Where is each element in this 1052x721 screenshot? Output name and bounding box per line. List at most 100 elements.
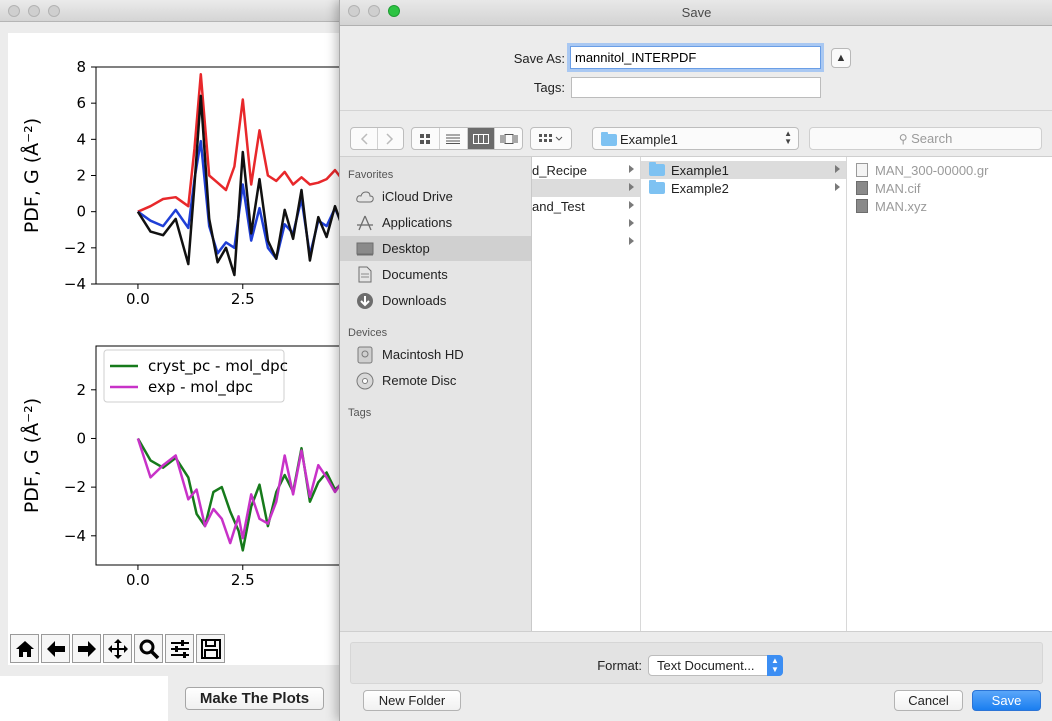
y-tick-label: −2 [64,239,86,257]
list-item: MAN.xyz [847,197,1052,215]
desktop-icon [356,240,374,258]
cancel-button[interactable]: Cancel [894,690,963,711]
item-label: Example1 [671,162,729,178]
pan-icon[interactable] [103,634,132,663]
arrange-control [530,127,572,150]
y-tick-label: 8 [76,58,86,76]
zoom-window-button[interactable] [48,5,60,17]
format-popup[interactable]: Text Document... ▲ ▼ [648,655,783,676]
arrange-icon[interactable] [531,128,571,149]
list-item[interactable]: and_Test [532,197,640,215]
list-item[interactable] [532,233,640,251]
dialog-titlebar: Save [340,0,1052,26]
disclosure-arrow-icon [629,201,634,209]
tags-field[interactable] [571,77,821,98]
list-item[interactable]: Example2 [641,179,846,197]
back-chevron-icon[interactable] [351,128,378,149]
list-item[interactable] [532,179,640,197]
cover-flow-icon[interactable] [495,128,522,149]
disclosure-arrow-icon [629,183,634,191]
sidebar-item-label: Documents [382,267,448,282]
x-tick-label: 2.5 [231,571,255,589]
disclosure-arrow-icon [835,183,840,191]
sidebar: Favorites iCloud Drive Applications Desk… [340,157,532,631]
x-tick-label: 0.0 [126,290,150,308]
y-axis-label: PDF, G (Å⁻²) [20,118,43,233]
forward-chevron-icon[interactable] [378,128,404,149]
favorites-header: Favorites [348,169,394,181]
folder-icon [601,132,617,146]
pdf-charts: 0.02.55.86420−2−4PDF, G (Å⁻²)0.02.55.20−… [20,58,357,589]
icon-view-icon[interactable] [412,128,440,149]
sidebar-item-label: Downloads [382,293,447,308]
disclosure-arrow-icon [835,165,840,173]
sidebar-item-label: Remote Disc [382,373,457,388]
back-forward-control [350,127,404,150]
plot-window: 0.02.55.86420−2−4PDF, G (Å⁻²)0.02.55.20−… [0,0,357,721]
save-button[interactable]: Save [972,690,1041,711]
location-label: Example1 [620,132,678,147]
disclosure-arrow-icon [629,165,634,173]
sidebar-item-icloud-drive[interactable]: iCloud Drive [340,184,531,209]
make-plots-button[interactable]: Make The Plots [185,687,324,710]
sidebar-item-applications[interactable]: Applications [340,210,531,235]
plot-canvas: 0.02.55.86420−2−4PDF, G (Å⁻²)0.02.55.20−… [8,33,357,665]
save-as-field[interactable] [570,46,821,69]
search-field[interactable]: ⚲ Search [809,127,1042,150]
y-tick-label: −4 [64,527,86,545]
dialog-toolbar: Example1 ▲ ▼ ⚲ Search [340,110,1052,157]
save-dialog: Save Save As: ▲ Tags: Example1 ▲▼ ⚲ Sear… [339,0,1052,721]
y-tick-label: 0 [76,203,86,221]
browser-column-example1: MAN_300-00000.gr MAN.cif MAN.xyz [847,157,1052,631]
minimize-window-button[interactable] [28,5,40,17]
subplots-icon[interactable] [165,634,194,663]
folder-icon [649,180,665,194]
sidebar-item-documents[interactable]: Documents [340,262,531,287]
tags-header: Tags [348,407,372,419]
updown-icon: ▲ ▼ [767,655,783,676]
new-folder-button[interactable]: New Folder [363,690,461,711]
tags-label: Tags: [533,80,565,95]
item-label: and_Test [532,198,585,214]
forward-arrow-icon[interactable] [72,634,101,663]
sidebar-item-label: Macintosh HD [382,347,464,362]
legend-label: cryst_pc - mol_dpc [148,357,288,376]
y-tick-label: −4 [64,275,86,293]
sidebar-item-downloads[interactable]: Downloads [340,288,531,313]
format-value: Text Document... [657,658,755,673]
home-icon[interactable] [10,634,39,663]
list-view-icon[interactable] [440,128,468,149]
item-label: MAN.xyz [875,198,927,214]
column-view-icon[interactable] [467,128,496,149]
applications-icon [356,214,374,232]
hard-drive-icon [356,346,374,364]
disclosure-arrow-icon [629,219,634,227]
list-item[interactable] [532,215,640,233]
y-tick-label: 6 [76,94,86,112]
updown-icon: ▲ ▼ [784,129,792,146]
chevron-up-icon[interactable]: ▲ [831,48,851,68]
document-icon [856,181,868,195]
back-arrow-icon[interactable] [41,634,70,663]
dialog-title: Save [681,5,712,20]
disc-icon [356,372,374,390]
cloud-icon [356,188,374,206]
disclosure-arrow-icon [629,237,634,245]
list-item[interactable]: d_Recipe [532,161,640,179]
close-window-button[interactable] [8,5,20,17]
y-axis-label: PDF, G (Å⁻²) [20,398,43,513]
sidebar-item-remote-disc[interactable]: Remote Disc [340,368,531,393]
save-icon[interactable] [196,634,225,663]
list-item[interactable]: Example1 [641,161,846,179]
sidebar-item-desktop[interactable]: Desktop [340,236,531,261]
view-mode-control [411,127,523,150]
x-tick-label: 0.0 [126,571,150,589]
navigation-toolbar [10,634,225,664]
item-label: Example2 [671,180,729,196]
sidebar-item-macintosh-hd[interactable]: Macintosh HD [340,342,531,367]
item-label: d_Recipe [532,162,587,178]
location-popup[interactable]: Example1 ▲ ▼ [592,127,799,150]
zoom-icon[interactable] [134,634,163,663]
save-as-label: Save As: [513,51,565,66]
list-item: MAN_300-00000.gr [847,161,1052,179]
